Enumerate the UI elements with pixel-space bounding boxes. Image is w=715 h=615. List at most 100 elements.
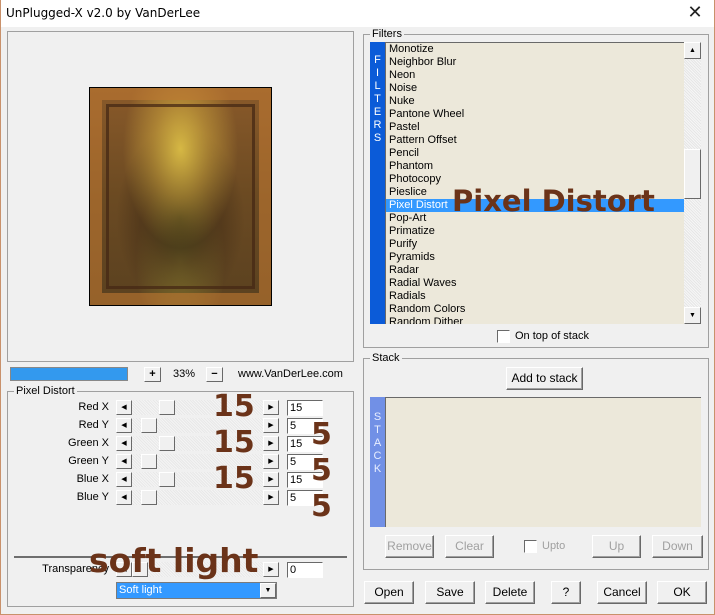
arrow-right-icon[interactable]: ▶	[263, 454, 279, 469]
arrow-right-icon[interactable]: ▶	[263, 418, 279, 433]
arrow-right-icon[interactable]: ▶	[263, 490, 279, 505]
scroll-down-icon[interactable]: ▼	[684, 307, 701, 324]
ok-button[interactable]: OK	[657, 581, 707, 604]
filter-list-item[interactable]: Noise	[386, 82, 684, 95]
website-link[interactable]: www.VanDerLee.com	[238, 368, 343, 380]
filter-list-item[interactable]: Radial Waves	[386, 277, 684, 290]
side-letter: K	[373, 463, 382, 475]
side-letter: A	[373, 437, 382, 449]
filter-list-item[interactable]: Phantom	[386, 160, 684, 173]
filter-list-item[interactable]: Radials	[386, 290, 684, 303]
slider-thumb[interactable]	[159, 472, 175, 487]
arrow-left-icon[interactable]: ◀	[116, 400, 132, 415]
arrow-right-icon[interactable]: ▶	[263, 472, 279, 487]
filter-list-item[interactable]: Neon	[386, 69, 684, 82]
arrow-right-icon[interactable]: ▶	[263, 562, 279, 577]
zoom-out-button[interactable]: −	[206, 367, 223, 382]
filter-list-item[interactable]: Random Dither	[386, 316, 684, 324]
arrow-left-icon[interactable]: ◀	[116, 418, 132, 433]
arrow-right-icon[interactable]: ▶	[263, 436, 279, 451]
plugin-window: UnPlugged-X v2.0 by VanDerLee ✕ + 33% − …	[0, 0, 715, 615]
slider-label: Transparency	[42, 563, 109, 575]
arrow-right-icon[interactable]: ▶	[263, 400, 279, 415]
blend-mode-select[interactable]: Soft light ▼	[116, 582, 277, 599]
close-icon[interactable]: ✕	[684, 3, 706, 23]
slider-thumb[interactable]	[159, 436, 175, 451]
slider-track[interactable]	[132, 562, 263, 577]
slider-row: Red Y ◀ ▶ 5	[1, 418, 341, 434]
upto-checkbox[interactable]	[524, 540, 537, 553]
filter-list-item[interactable]: Pencil	[386, 147, 684, 160]
filter-list-item[interactable]: Photocopy	[386, 173, 684, 186]
cancel-button[interactable]: Cancel	[597, 581, 647, 604]
slider-value-input[interactable]: 5	[287, 490, 323, 506]
arrow-left-icon[interactable]: ◀	[116, 562, 132, 577]
upto-label: Upto	[542, 540, 566, 552]
slider-thumb[interactable]	[141, 454, 157, 469]
side-letter: S	[373, 132, 382, 144]
slider-value-input[interactable]: 15	[287, 400, 323, 416]
filter-list-scrollbar[interactable]: ▲ ▼	[684, 42, 701, 324]
up-button[interactable]: Up	[592, 535, 641, 558]
zoom-in-button[interactable]: +	[144, 367, 161, 382]
slider-label: Blue X	[76, 473, 109, 485]
clear-button[interactable]: Clear	[445, 535, 494, 558]
side-letter: L	[374, 80, 381, 92]
slider-track[interactable]	[132, 490, 263, 505]
filter-list-item[interactable]: Purify	[386, 238, 684, 251]
slider-thumb[interactable]	[141, 418, 157, 433]
chevron-down-icon[interactable]: ▼	[260, 583, 276, 598]
filter-list[interactable]: Monotize Neighbor Blur Neon Noise Nuke Panton…	[385, 42, 684, 324]
slider-thumb[interactable]	[132, 562, 148, 577]
transparency-input[interactable]: 0	[287, 562, 323, 578]
filter-list-item[interactable]: Pixel Distort	[386, 199, 684, 212]
slider-value-input[interactable]: 15	[287, 436, 323, 452]
open-button[interactable]: Open	[364, 581, 414, 604]
save-button[interactable]: Save	[425, 581, 475, 604]
filter-list-item[interactable]: Monotize	[386, 43, 684, 56]
stack-list[interactable]	[385, 397, 701, 527]
arrow-left-icon[interactable]: ◀	[116, 490, 132, 505]
slider-track[interactable]	[132, 436, 263, 451]
on-top-checkbox[interactable]	[497, 330, 510, 343]
zoom-level: 33%	[173, 368, 196, 380]
slider-value-input[interactable]: 5	[287, 418, 323, 434]
arrow-left-icon[interactable]: ◀	[116, 472, 132, 487]
slider-thumb[interactable]	[141, 490, 157, 505]
slider-row: Red X ◀ ▶ 15	[1, 400, 341, 416]
down-button[interactable]: Down	[652, 535, 703, 558]
slider-track[interactable]	[132, 454, 263, 469]
slider-track[interactable]	[132, 400, 263, 415]
preview-image[interactable]	[89, 87, 272, 306]
side-letter: S	[373, 411, 382, 423]
filter-list-item[interactable]: Pyramids	[386, 251, 684, 264]
filter-list-item[interactable]: Radar	[386, 264, 684, 277]
filter-list-item[interactable]: Random Colors	[386, 303, 684, 316]
help-button[interactable]: ?	[551, 581, 581, 604]
delete-button[interactable]: Delete	[485, 581, 535, 604]
slider-value-input[interactable]: 5	[287, 454, 323, 470]
filter-list-item[interactable]: Neighbor Blur	[386, 56, 684, 69]
slider-label: Red X	[78, 401, 109, 413]
arrow-left-icon[interactable]: ◀	[116, 436, 132, 451]
filter-list-item[interactable]: Pastel	[386, 121, 684, 134]
slider-thumb[interactable]	[159, 400, 175, 415]
slider-track[interactable]	[132, 418, 263, 433]
slider-row: Green X ◀ ▶ 15	[1, 436, 341, 452]
progress-bar	[10, 367, 128, 381]
side-letter: T	[374, 93, 381, 105]
filter-list-item[interactable]: Pattern Offset	[386, 134, 684, 147]
arrow-left-icon[interactable]: ◀	[116, 454, 132, 469]
filter-list-item[interactable]: Primatize	[386, 225, 684, 238]
remove-button[interactable]: Remove	[385, 535, 434, 558]
filter-list-item[interactable]: Nuke	[386, 95, 684, 108]
filter-list-item[interactable]: Pantone Wheel	[386, 108, 684, 121]
slider-value-input[interactable]: 15	[287, 472, 323, 488]
filter-list-item[interactable]: Pop-Art	[386, 212, 684, 225]
slider-track[interactable]	[132, 472, 263, 487]
filter-list-item[interactable]: Pieslice	[386, 186, 684, 199]
scroll-up-icon[interactable]: ▲	[684, 42, 701, 59]
scroll-thumb[interactable]	[684, 149, 701, 199]
slider-row: Blue Y ◀ ▶ 5	[1, 490, 341, 506]
add-to-stack-button[interactable]: Add to stack	[506, 367, 583, 390]
